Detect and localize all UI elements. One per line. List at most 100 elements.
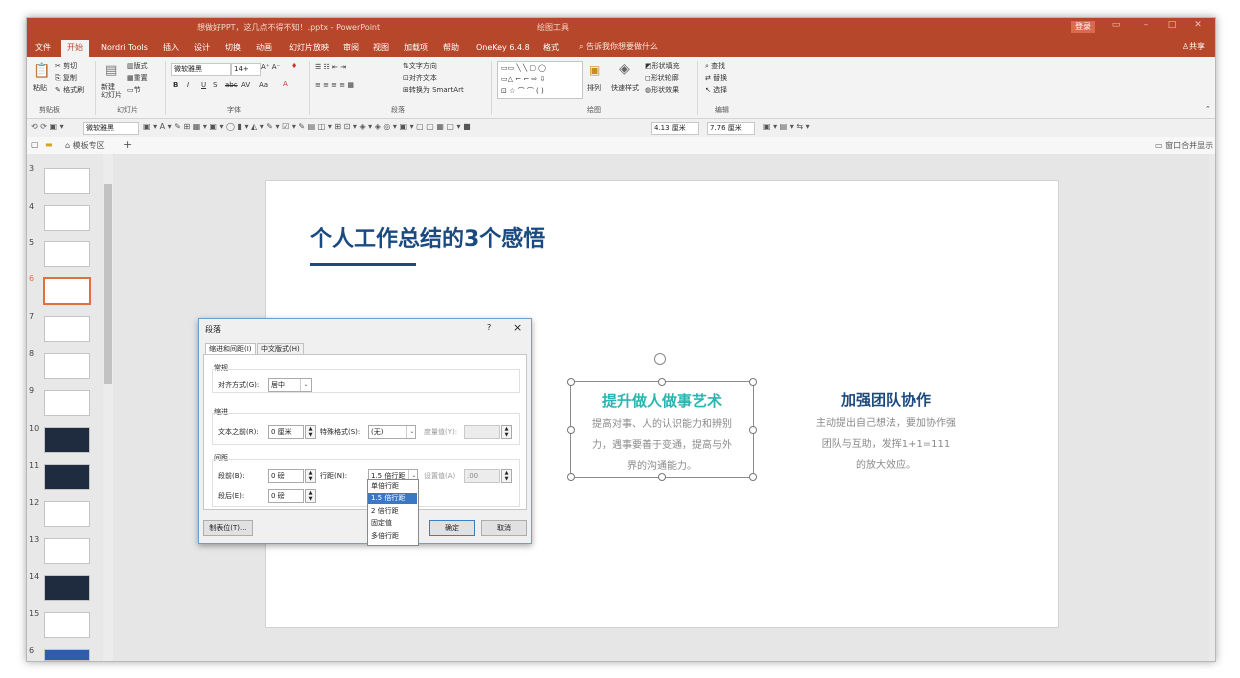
slide-thumbnail[interactable]: [44, 538, 90, 564]
select-button[interactable]: ↖ 选择: [705, 85, 727, 95]
underline-icon[interactable]: U: [201, 81, 206, 89]
slide-thumbnail[interactable]: [44, 612, 90, 638]
maximize-icon[interactable]: □: [1163, 20, 1181, 34]
add-tab-icon[interactable]: +: [123, 138, 132, 151]
spinner-icon[interactable]: ▲ ▼: [305, 469, 316, 483]
ok-button[interactable]: 确定: [429, 520, 475, 536]
tab-help[interactable]: 帮助: [443, 41, 459, 55]
shape-height-box[interactable]: 7.76 厘米: [707, 122, 755, 135]
font-size-box[interactable]: 14+: [231, 63, 261, 76]
find-button[interactable]: ⌕ 查找: [705, 61, 725, 71]
paste-button[interactable]: 粘贴: [33, 83, 47, 93]
tab-view[interactable]: 视图: [373, 41, 389, 55]
arrange-button[interactable]: 排列: [587, 83, 601, 93]
tab-animations[interactable]: 动画: [256, 41, 272, 55]
at-input[interactable]: .00: [464, 469, 500, 483]
shape-outline-button[interactable]: ◻形状轮廓: [645, 73, 679, 83]
cut-button[interactable]: ✂ 剪切: [55, 61, 77, 71]
collapse-ribbon-icon[interactable]: ⌃: [1205, 105, 1211, 113]
paste-icon[interactable]: 📋: [33, 63, 50, 79]
slide-thumbnail[interactable]: [44, 205, 90, 231]
slide-title[interactable]: 个人工作总结的3个感悟: [310, 221, 545, 253]
file-icon[interactable]: ▢: [31, 140, 39, 149]
slide-thumbnail[interactable]: [44, 390, 90, 416]
tab-addins[interactable]: 加载项: [404, 41, 428, 55]
scrollbar-thumb[interactable]: [104, 184, 112, 384]
rotate-handle-icon[interactable]: [654, 353, 666, 365]
bold-icon[interactable]: B: [173, 81, 178, 89]
tab-review[interactable]: 审阅: [343, 41, 359, 55]
help-icon[interactable]: ?: [487, 323, 491, 332]
tell-me-search[interactable]: ⌕ 告诉我你想要做什么: [579, 41, 658, 52]
window-merge-toggle[interactable]: ▭ 窗口合并显示: [1155, 140, 1213, 151]
spacing-before-input[interactable]: 0 磅: [268, 469, 304, 483]
font-grow-icon[interactable]: A⁺ A⁻: [261, 63, 280, 71]
cancel-button[interactable]: 取消: [481, 520, 527, 536]
layout-button[interactable]: ▥版式: [127, 61, 148, 71]
italic-icon[interactable]: I: [187, 81, 189, 89]
tab-onekey[interactable]: OneKey 6.4.8: [476, 41, 530, 55]
chevron-down-icon[interactable]: ⌄: [406, 426, 417, 438]
format-painter-button[interactable]: ✎ 格式刷: [55, 85, 84, 95]
replace-button[interactable]: ⇄ 替换: [705, 73, 727, 83]
tabs-button[interactable]: 制表位(T)...: [203, 520, 253, 536]
shape-effects-button[interactable]: ◍形状效果: [645, 85, 679, 95]
strikethrough-icon[interactable]: abc: [225, 81, 238, 89]
smartart-button[interactable]: ⊞转换为 SmartArt: [403, 85, 464, 95]
template-tab[interactable]: ⌂ 模板专区: [65, 140, 105, 151]
close-icon[interactable]: ×: [513, 321, 522, 334]
resize-handle[interactable]: [749, 378, 757, 386]
shapes-gallery[interactable]: ▭▭ ╲ ╲ ▢ ◯ ▭△ ⌐ ⌐ ⇨ ⇩ ⊡ ☆ ⌒ ⌒ ( ): [497, 61, 583, 99]
toolbar-icons-right[interactable]: ▣ ▾ ▤ ▾ ⇆ ▾: [763, 122, 810, 131]
line-option-single[interactable]: 单倍行距: [368, 481, 417, 492]
copy-button[interactable]: ⎘ 复制: [55, 73, 77, 83]
reset-button[interactable]: ▦重置: [127, 73, 148, 83]
slide-thumbnail[interactable]: [44, 501, 90, 527]
qat-font-box[interactable]: 微软雅黑: [83, 122, 139, 135]
align-icons[interactable]: ≡ ≡ ≡ ≡ ▦: [315, 81, 354, 89]
shape-width-box[interactable]: 4.13 厘米: [651, 122, 699, 135]
bullets-icon[interactable]: ☰ ☷ ⇤ ⇥: [315, 63, 346, 71]
login-button[interactable]: 登录: [1071, 21, 1095, 33]
line-option-double[interactable]: 2 倍行距: [368, 506, 417, 517]
spacing-after-input[interactable]: 0 磅: [268, 489, 304, 503]
section-button[interactable]: ▭节: [127, 85, 141, 95]
spinner-icon[interactable]: ▲ ▼: [305, 425, 316, 439]
toolbar-icons-left[interactable]: ⟲ ⟳ ▣ ▾: [31, 122, 64, 131]
slide-thumbnail[interactable]: [44, 353, 90, 379]
new-slide-button[interactable]: 新建 幻灯片: [101, 83, 122, 99]
before-text-input[interactable]: 0 厘米: [268, 425, 304, 439]
clear-format-icon[interactable]: ♦: [291, 62, 297, 70]
selected-textbox[interactable]: 提升做人做事艺术 提高对事、人的认识能力和辨别 力，遇事要善于变通，提高与外 界…: [567, 378, 757, 481]
text-direction-button[interactable]: ⇅文字方向: [403, 61, 437, 71]
slide-thumbnail[interactable]: [44, 241, 90, 267]
spinner-icon[interactable]: ▲ ▼: [305, 489, 316, 503]
shadow-icon[interactable]: S: [213, 81, 217, 89]
toolbar-icons-mid[interactable]: ▣ ▾ A ▾ ✎ ⊞ ▦ ▾ ▣ ▾ ◯ ▮ ▾ ◭ ▾ ✎ ▾ ☑ ▾ ✎ …: [143, 122, 471, 131]
block2-textbox[interactable]: 加强团队协作 主动提出自己想法，要加协作强 团队与互助，发挥1+1=111 的放…: [786, 381, 986, 476]
ribbon-display-icon[interactable]: ▭: [1107, 20, 1125, 34]
tab-file[interactable]: 文件: [35, 41, 51, 55]
tab-home[interactable]: 开始: [61, 40, 89, 57]
tab-transitions[interactable]: 切换: [225, 41, 241, 55]
slide-thumbnail-selected[interactable]: [43, 277, 91, 305]
slide-thumbnail[interactable]: [44, 427, 90, 453]
line-option-1-5[interactable]: 1.5 倍行距: [368, 493, 417, 504]
share-button[interactable]: ♙共享: [1182, 41, 1205, 52]
slide-thumbnail[interactable]: [44, 464, 90, 490]
line-option-multiple[interactable]: 多倍行距: [368, 531, 417, 542]
slide-thumbnail[interactable]: [44, 168, 90, 194]
resize-handle[interactable]: [658, 378, 666, 386]
tab-format[interactable]: 格式: [543, 41, 559, 55]
spinner-icon[interactable]: ▲ ▼: [501, 425, 512, 439]
line-option-exactly[interactable]: 固定值: [368, 518, 417, 529]
spinner-icon[interactable]: ▲ ▼: [501, 469, 512, 483]
chevron-down-icon[interactable]: ⌄: [300, 379, 311, 391]
tab-insert[interactable]: 插入: [163, 41, 179, 55]
change-case-icon[interactable]: Aa: [259, 81, 268, 89]
slide-thumbnail[interactable]: [44, 649, 90, 661]
align-text-button[interactable]: ⊡对齐文本: [403, 73, 437, 83]
tab-nordri[interactable]: Nordri Tools: [101, 41, 148, 55]
thumbnail-scrollbar[interactable]: [103, 154, 113, 661]
slide-thumbnail[interactable]: [44, 575, 90, 601]
